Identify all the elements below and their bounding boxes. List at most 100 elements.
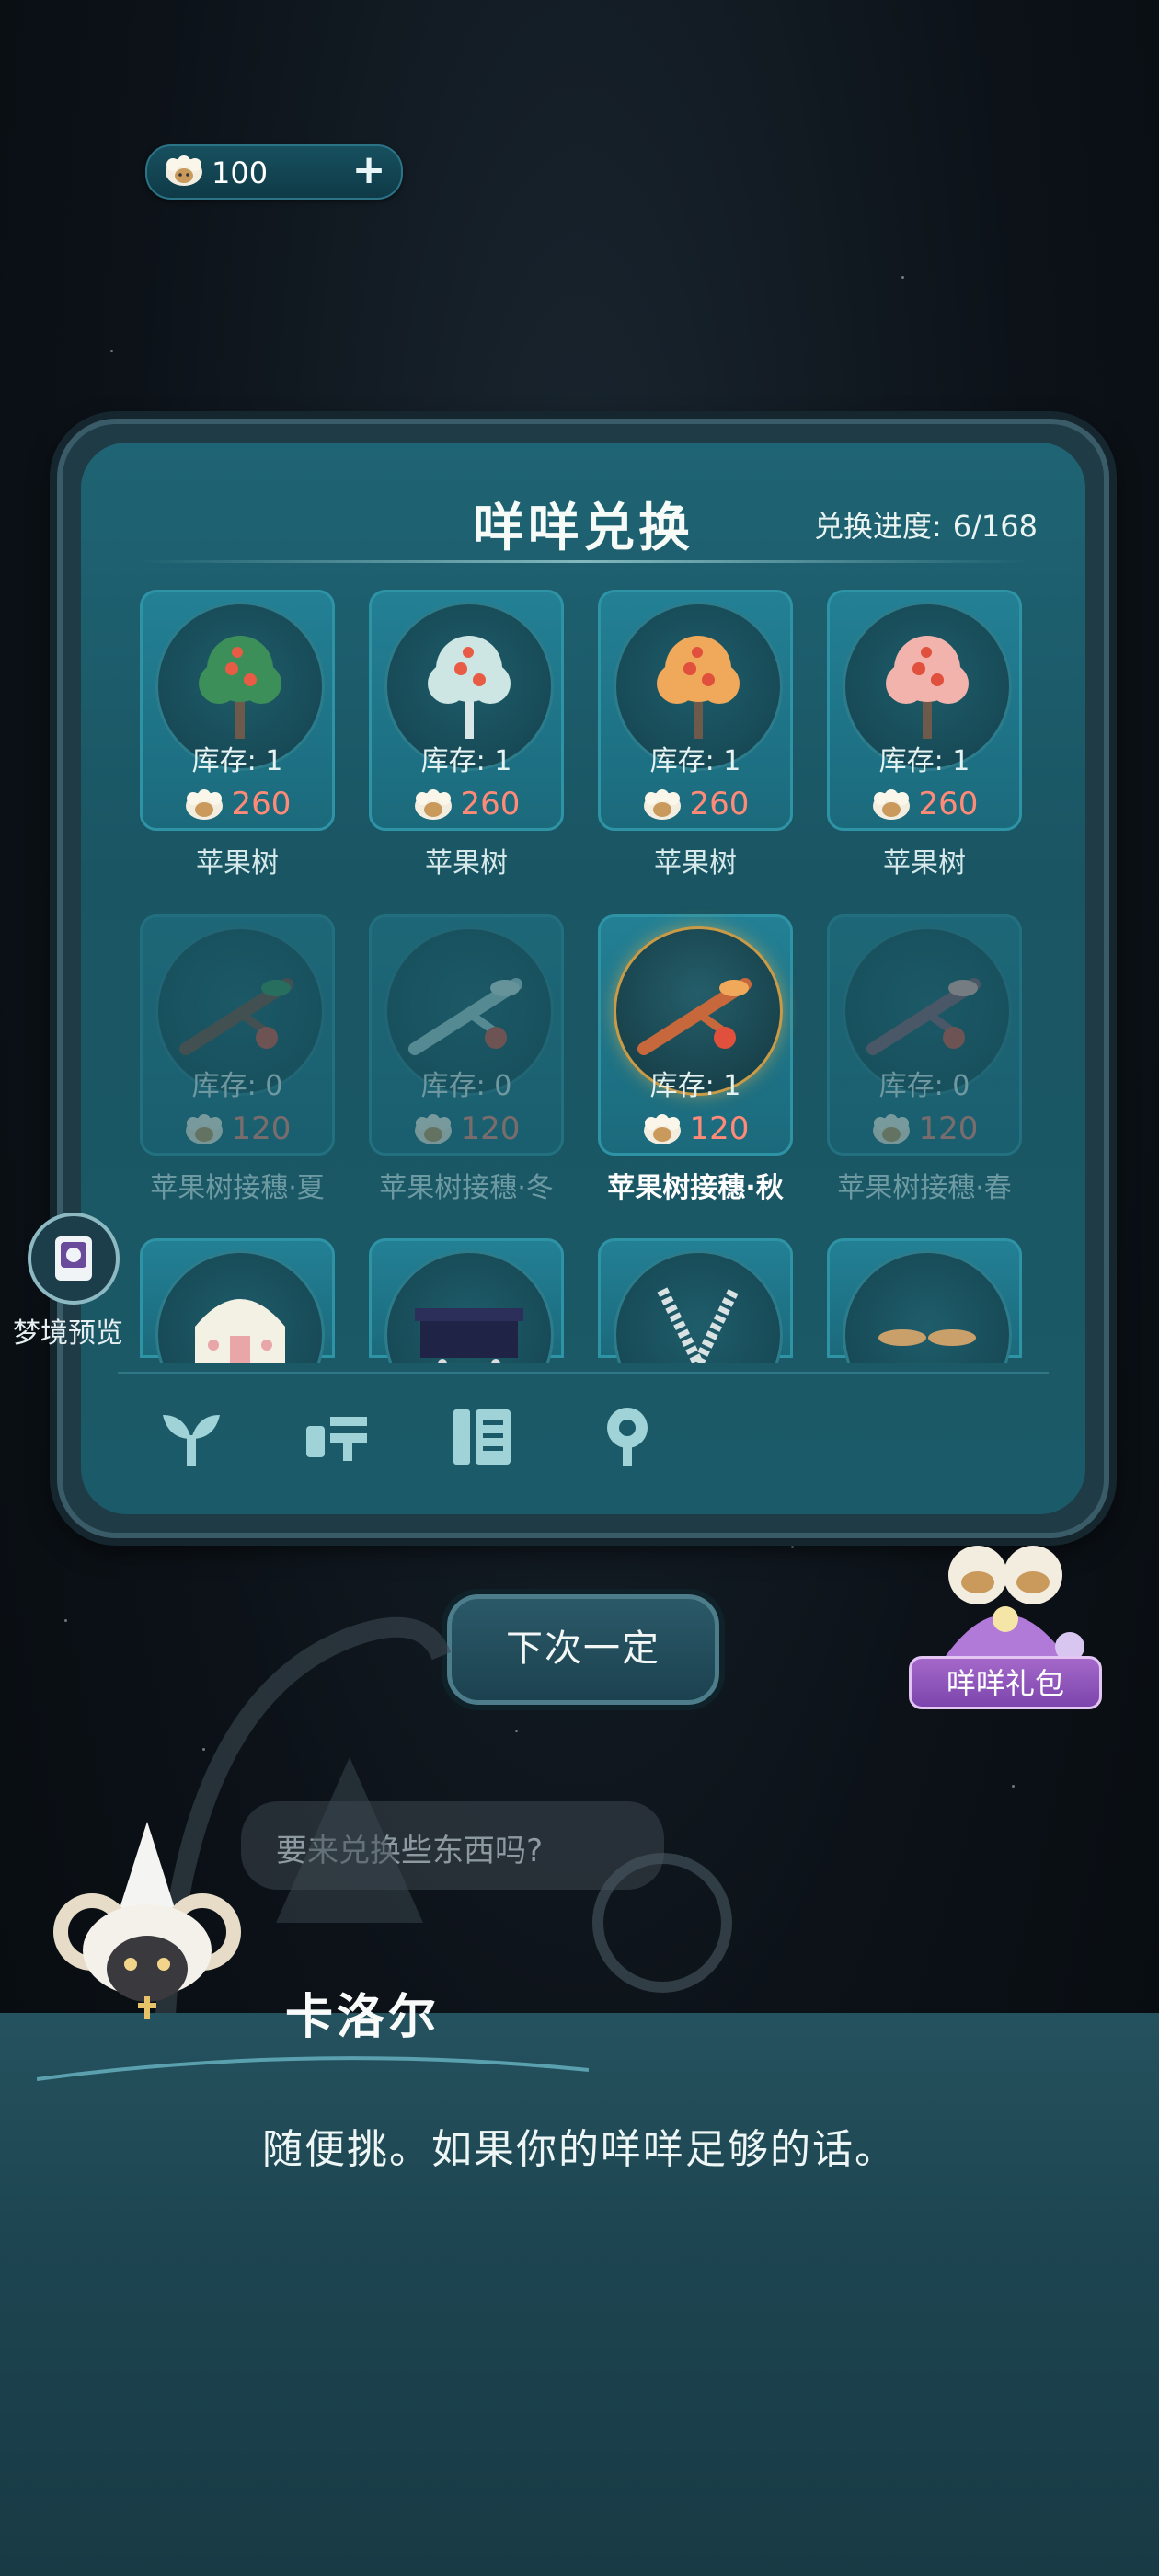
item-stock: 库存: 1	[878, 745, 970, 777]
progress-value: 6/168	[952, 509, 1038, 544]
item-card-frame: 库存: 1 260	[827, 590, 1022, 831]
item-card[interactable]: 库存: 0 120 苹果树接穗·夏	[140, 914, 335, 1205]
item-card-frame	[140, 1238, 335, 1363]
sheep-coin-icon	[872, 788, 910, 820]
item-card[interactable]	[598, 1238, 793, 1363]
item-card[interactable]: 库存: 1 260 苹果树	[827, 590, 1022, 880]
item-price: 260	[601, 786, 790, 822]
item-card[interactable]: 库存: 1 260 苹果树	[369, 590, 564, 880]
item-card-frame: 库存: 1 120	[598, 914, 793, 1156]
dialog-text: 随便挑。如果你的咩咩足够的话。	[262, 2126, 897, 2173]
currency-pill: 100 +	[145, 144, 403, 200]
tab-divider	[118, 1372, 1049, 1374]
currency-amount: 100	[212, 155, 269, 190]
tab-decor[interactable]	[591, 1399, 664, 1473]
item-card[interactable]: 库存: 0 120 苹果树接穗·冬	[369, 914, 564, 1205]
item-name: 苹果树接穗·夏	[150, 1172, 325, 1204]
tab-books[interactable]	[445, 1399, 519, 1473]
cottage-icon	[195, 1299, 285, 1363]
dream-preview-label: 梦境预览	[13, 1317, 123, 1350]
exchange-progress: 兑换进度: 6/168	[814, 503, 1038, 546]
carol-sheep-avatar	[53, 1822, 241, 2019]
sheep-coin-icon	[414, 1113, 452, 1144]
item-grid[interactable]: 库存: 1 260 苹果树 库存: 1 260 苹果树 库存: 1 260 苹果…	[140, 590, 1023, 1363]
item-stock: 库存: 1	[649, 1070, 741, 1102]
item-card[interactable]	[369, 1238, 564, 1363]
ribbon-icon	[657, 1287, 740, 1363]
gift-pack-label[interactable]: 咩咩礼包	[909, 1656, 1102, 1709]
item-price: 120	[830, 1110, 1019, 1147]
item-price: 260	[372, 786, 561, 822]
sheep-coin-icon	[643, 788, 681, 820]
item-price-value: 260	[689, 786, 750, 822]
progress-label: 兑换进度:	[813, 509, 942, 544]
item-card-frame: 库存: 1 260	[369, 590, 564, 831]
title-divider	[136, 560, 1030, 563]
item-card-frame: 库存: 1 260	[140, 590, 335, 831]
book-tab-icon	[453, 1409, 511, 1465]
item-price: 120	[601, 1110, 790, 1147]
item-price: 260	[830, 786, 1019, 822]
item-orb	[614, 1250, 783, 1363]
item-card[interactable]: 库存: 0 120 苹果树接穗·春	[827, 914, 1022, 1205]
item-price-value: 260	[460, 786, 521, 822]
item-name: 苹果树	[654, 847, 737, 880]
sheep-coin-icon	[872, 1113, 910, 1144]
item-price: 120	[372, 1110, 561, 1147]
item-name: 苹果树接穗·冬	[379, 1172, 554, 1204]
item-card-frame	[827, 1238, 1022, 1363]
item-price-value: 260	[918, 786, 979, 822]
item-stock: 库存: 1	[191, 745, 283, 777]
item-card[interactable]: 库存: 1 120 苹果树接穗·秋	[598, 914, 793, 1205]
furniture-tab-icon	[306, 1417, 367, 1461]
add-currency-button[interactable]: +	[350, 150, 388, 190]
name-underline	[37, 2056, 589, 2081]
sheep-coin-icon	[185, 1113, 223, 1144]
shoes-icon	[878, 1329, 976, 1346]
item-price-value: 120	[689, 1110, 750, 1147]
item-stock: 库存: 0	[420, 1070, 512, 1102]
exchange-panel-inner: 咩咩兑换 兑换进度: 6/168 库存: 1 260 苹果树 库存: 1 260…	[81, 443, 1085, 1514]
sheep-coin-icon	[185, 788, 223, 820]
decor-tab-icon	[607, 1408, 648, 1466]
tab-furniture[interactable]	[300, 1399, 373, 1473]
item-card-frame: 库存: 1 260	[598, 590, 793, 831]
exchange-panel: 咩咩兑换 兑换进度: 6/168 库存: 1 260 苹果树 库存: 1 260…	[57, 419, 1109, 1538]
dream-preview-button[interactable]	[28, 1213, 120, 1305]
item-card[interactable]: 库存: 1 260 苹果树	[598, 590, 793, 880]
item-name: 苹果树	[196, 847, 279, 880]
item-stock: 库存: 1	[420, 745, 512, 777]
item-name: 苹果树接穗·春	[837, 1172, 1012, 1204]
gift-sheep-icon	[946, 1546, 1084, 1662]
item-orb	[843, 1250, 1012, 1363]
item-price-value: 120	[231, 1110, 292, 1147]
item-name: 苹果树	[883, 847, 966, 880]
item-orb	[155, 1250, 325, 1363]
sheep-coin-icon	[166, 155, 202, 186]
item-card-frame: 库存: 0 120	[369, 914, 564, 1156]
item-card[interactable]	[827, 1238, 1022, 1363]
item-card-frame	[369, 1238, 564, 1363]
dream-card-icon	[55, 1236, 92, 1281]
item-stock: 库存: 0	[191, 1070, 283, 1102]
item-card[interactable]: 库存: 1 260 苹果树	[140, 590, 335, 880]
plant-tab-icon	[163, 1415, 220, 1466]
item-stock: 库存: 0	[878, 1070, 970, 1102]
item-price-value: 120	[918, 1110, 979, 1147]
item-stock: 库存: 1	[649, 745, 741, 777]
item-card[interactable]	[140, 1238, 335, 1363]
item-orb	[384, 1250, 554, 1363]
item-card-frame: 库存: 0 120	[827, 914, 1022, 1156]
sheep-coin-icon	[643, 1113, 681, 1144]
item-price-value: 120	[460, 1110, 521, 1147]
dialog-box[interactable]	[0, 2013, 1159, 2576]
tab-plants[interactable]	[155, 1399, 228, 1473]
item-price: 120	[143, 1110, 332, 1147]
item-name: 苹果树	[425, 847, 508, 880]
item-name: 苹果树接穗·秋	[607, 1172, 784, 1204]
item-card-frame: 库存: 0 120	[140, 914, 335, 1156]
item-card-frame	[598, 1238, 793, 1363]
item-price-value: 260	[231, 786, 292, 822]
sheep-coin-icon	[414, 788, 452, 820]
item-price: 260	[143, 786, 332, 822]
